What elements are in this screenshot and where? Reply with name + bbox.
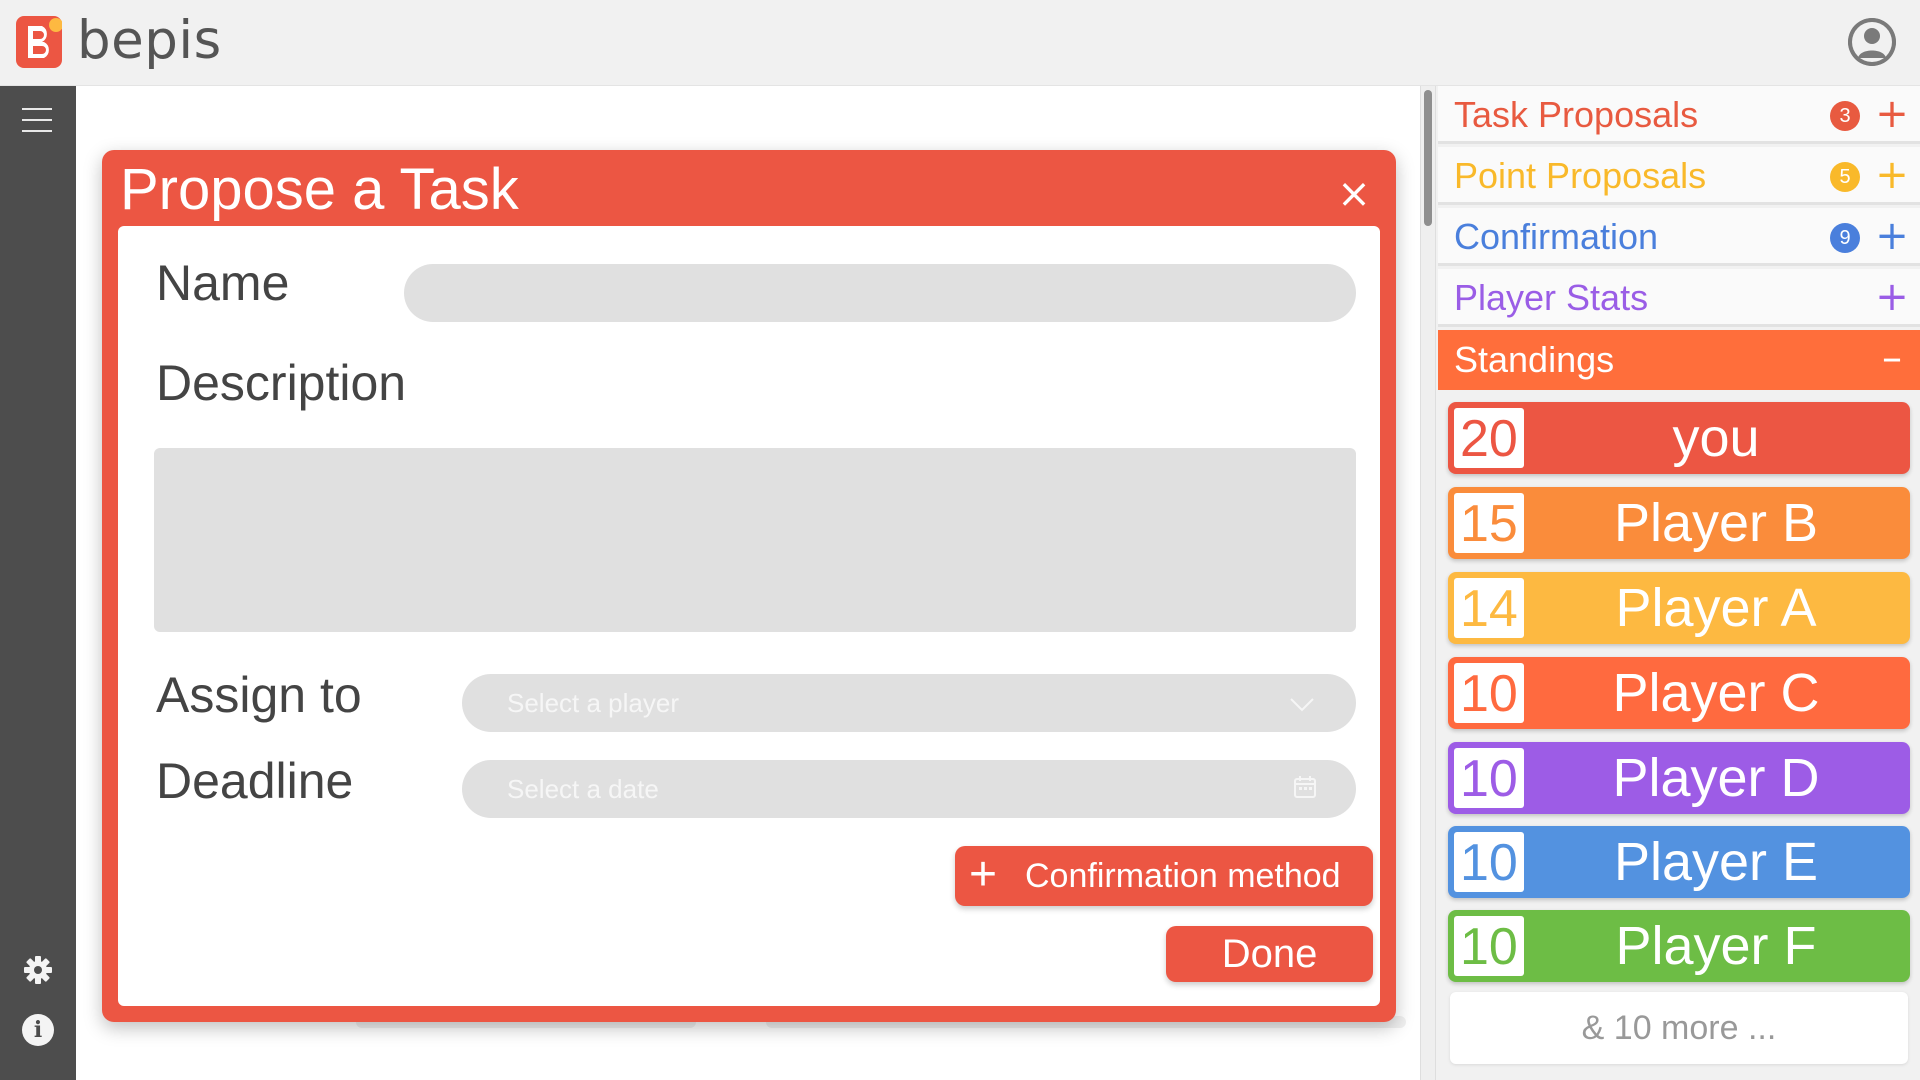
collapse-minus-icon[interactable]: – — [1872, 330, 1912, 386]
section-title: Point Proposals — [1454, 155, 1707, 196]
standings-row[interactable]: 15 Player B — [1448, 487, 1910, 559]
player-name: Player F — [1615, 916, 1817, 976]
player-name: Player C — [1612, 663, 1820, 723]
standings-row[interactable]: 10 Player E — [1448, 826, 1910, 898]
player-score: 14 — [1454, 578, 1524, 638]
close-icon[interactable]: × — [1330, 172, 1378, 220]
left-sidebar: i — [0, 86, 76, 1080]
player-name: Player B — [1613, 493, 1819, 553]
player-score: 15 — [1454, 493, 1524, 553]
section-player-stats[interactable]: Player Stats + — [1438, 269, 1920, 327]
settings-gear-icon[interactable] — [22, 954, 54, 986]
section-title: Player Stats — [1454, 277, 1649, 318]
player-score: 20 — [1454, 408, 1524, 468]
player-name: you — [1672, 408, 1760, 468]
deadline-date-input[interactable]: Select a date — [462, 760, 1356, 818]
section-title: Standings — [1454, 339, 1615, 380]
standings-row[interactable]: 14 Player A — [1448, 572, 1910, 644]
section-confirmation[interactable]: Confirmation 9 + — [1438, 208, 1920, 266]
assign-player-select[interactable]: Select a player — [462, 674, 1356, 732]
deadline-placeholder: Select a date — [507, 774, 659, 804]
section-task-proposals[interactable]: Task Proposals 3 + — [1438, 86, 1920, 144]
hamburger-menu-icon[interactable] — [22, 108, 52, 132]
count-badge: 9 — [1830, 223, 1860, 253]
brand-name: bepis — [77, 10, 222, 71]
right-panel: Task Proposals 3 + Point Proposals 5 + C… — [1436, 86, 1920, 1080]
modal-body: Name Description Assign to Select a play… — [118, 226, 1380, 1006]
plus-icon: + — [969, 848, 998, 901]
standings-row[interactable]: 10 Player C — [1448, 657, 1910, 729]
name-input[interactable] — [404, 264, 1356, 322]
player-score: 10 — [1454, 663, 1524, 723]
add-confirmation-method-button[interactable]: + Confirmation method — [955, 846, 1373, 906]
section-standings[interactable]: Standings – — [1438, 330, 1920, 390]
expand-plus-icon[interactable]: + — [1872, 147, 1912, 203]
player-score: 10 — [1454, 748, 1524, 808]
user-avatar-icon[interactable] — [1848, 18, 1896, 66]
description-label: Description — [156, 355, 407, 411]
info-icon[interactable]: i — [22, 1014, 54, 1046]
propose-task-modal: Propose a Task × Name Description Assign… — [102, 150, 1396, 1022]
top-bar: bepis — [0, 0, 1920, 86]
section-title: Task Proposals — [1454, 94, 1699, 135]
standings-row[interactable]: 10 Player D — [1448, 742, 1910, 814]
assign-to-label: Assign to — [156, 667, 362, 723]
chevron-down-icon — [1290, 698, 1314, 712]
name-label: Name — [156, 255, 290, 311]
done-button[interactable]: Done — [1166, 926, 1373, 982]
player-name: Player E — [1613, 832, 1819, 892]
deadline-label: Deadline — [156, 753, 354, 809]
player-name: Player A — [1615, 578, 1817, 638]
expand-plus-icon[interactable]: + — [1872, 208, 1912, 264]
count-badge: 5 — [1830, 162, 1860, 192]
bepis-logo-icon[interactable] — [16, 16, 62, 68]
player-score: 10 — [1454, 916, 1524, 976]
expand-plus-icon[interactable]: + — [1872, 86, 1912, 142]
section-point-proposals[interactable]: Point Proposals 5 + — [1438, 147, 1920, 205]
show-more-players-link[interactable]: & 10 more ... — [1450, 992, 1908, 1064]
section-title: Confirmation — [1454, 216, 1659, 257]
modal-title: Propose a Task — [120, 157, 519, 222]
count-badge: 3 — [1830, 101, 1860, 131]
description-textarea[interactable] — [154, 448, 1356, 632]
scrollbar-thumb[interactable] — [1424, 90, 1432, 226]
expand-plus-icon[interactable]: + — [1872, 269, 1912, 325]
player-score: 10 — [1454, 832, 1524, 892]
assign-placeholder: Select a player — [507, 688, 679, 718]
confirmation-method-label: Confirmation method — [1025, 857, 1341, 895]
standings-row[interactable]: 20 you — [1448, 402, 1910, 474]
main-scrollbar[interactable] — [1420, 86, 1436, 1080]
player-name: Player D — [1612, 748, 1820, 808]
calendar-icon[interactable] — [1292, 774, 1318, 800]
standings-row[interactable]: 10 Player F — [1448, 910, 1910, 982]
